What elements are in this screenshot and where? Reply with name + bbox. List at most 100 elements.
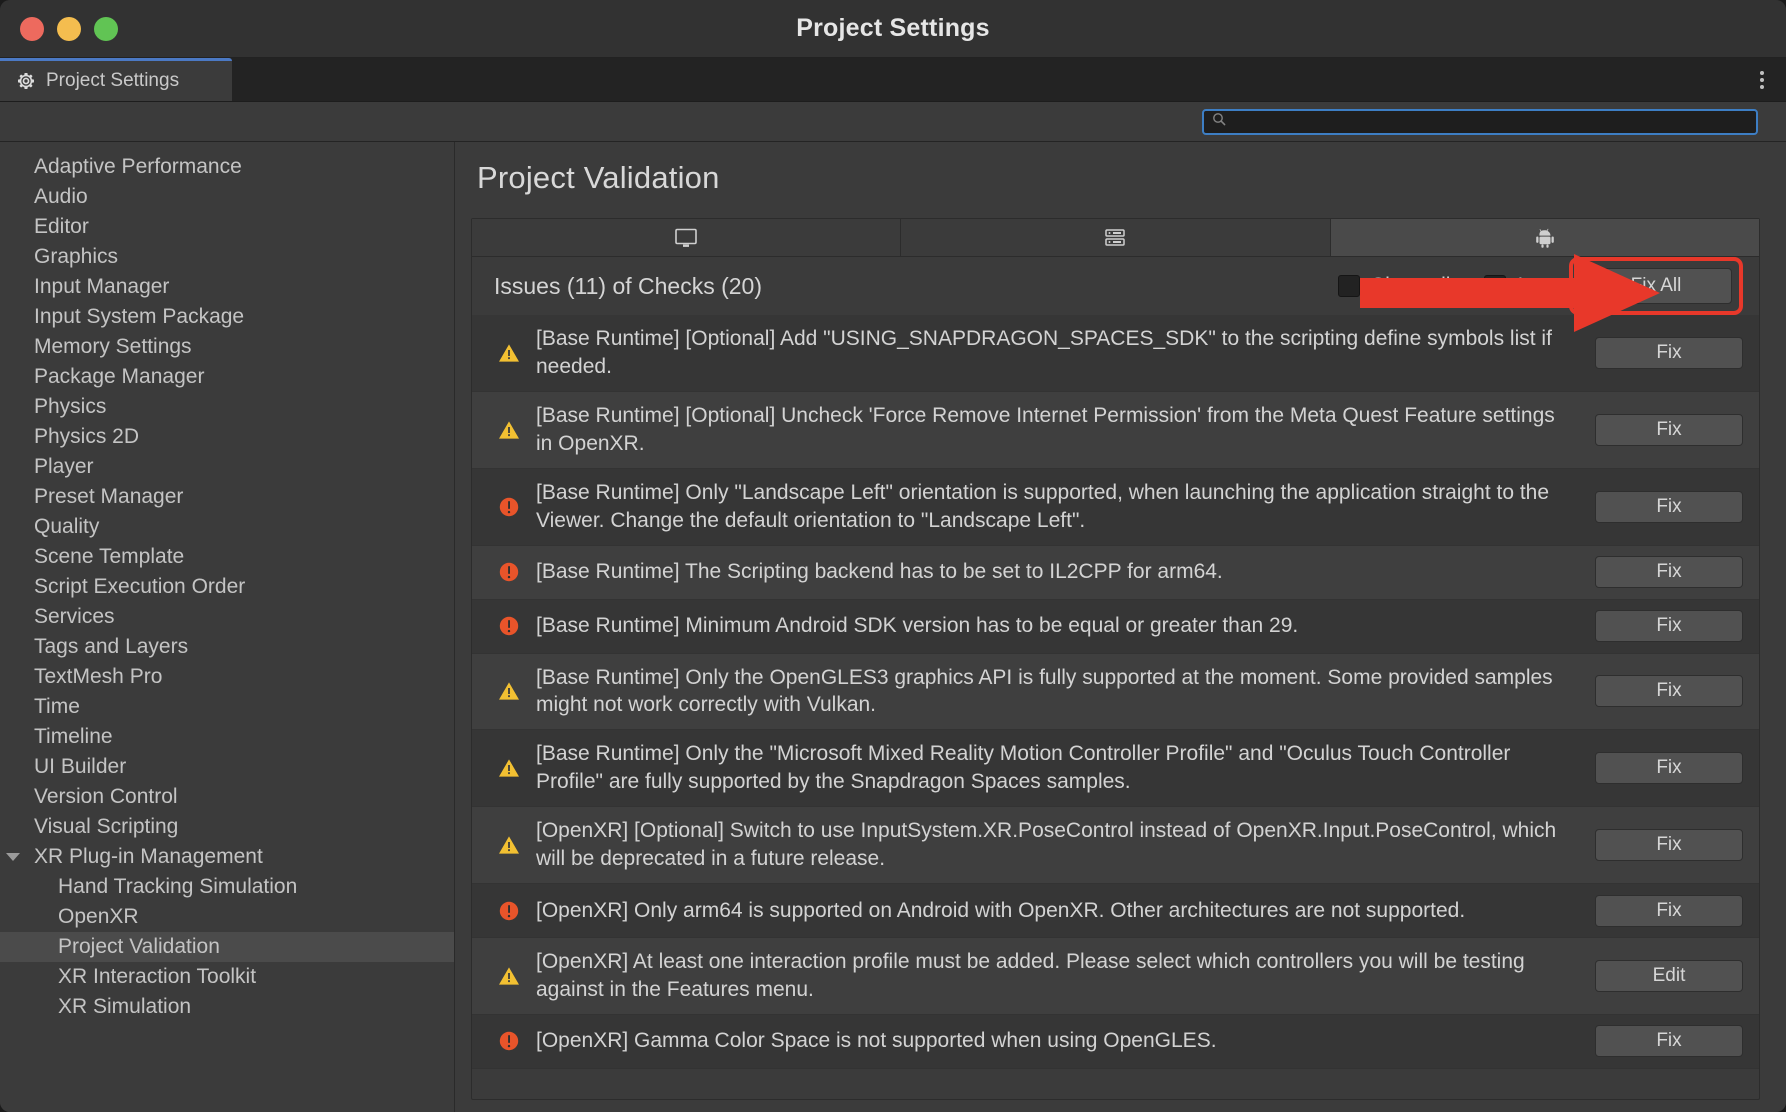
sidebar-item-label: Preset Manager [34, 485, 184, 508]
error-icon [496, 615, 522, 637]
sidebar-item-label: OpenXR [58, 905, 139, 928]
search-box[interactable] [1202, 108, 1758, 135]
android-robot-icon [1536, 228, 1554, 248]
ignore-checkbox[interactable] [1484, 275, 1507, 297]
sidebar-item-adaptive-performance[interactable]: Adaptive Performance [0, 152, 454, 182]
platform-tab-server[interactable] [901, 219, 1331, 256]
issue-message: [Base Runtime] [Optional] Add "USING_SNA… [536, 327, 1552, 378]
fix-issue-button[interactable]: Fix [1595, 675, 1743, 708]
settings-sidebar[interactable]: Adaptive Performance Audio Editor Graphics I… [0, 142, 455, 1112]
sidebar-item-hand-tracking-simulation[interactable]: Hand Tracking Simulation [0, 872, 454, 902]
sidebar-item-timeline[interactable]: Timeline [0, 722, 454, 752]
issue-action-cell: Fix [1595, 675, 1743, 708]
sidebar-item-xr-simulation[interactable]: XR Simulation [0, 992, 454, 1022]
foldout-triangle-icon[interactable] [6, 853, 20, 861]
window-titlebar: Project Settings [0, 0, 1786, 58]
fix-issue-button[interactable]: Fix [1595, 610, 1743, 643]
fix-issue-button[interactable]: Fix [1595, 894, 1743, 927]
sidebar-item-label: Physics [34, 395, 107, 418]
sidebar-item-preset-manager[interactable]: Preset Manager [0, 482, 454, 512]
sidebar-item-player[interactable]: Player [0, 452, 454, 482]
fix-issue-button[interactable]: Fix [1595, 490, 1743, 523]
sidebar-item-services[interactable]: Services [0, 602, 454, 632]
editor-tab-strip: Project Settings [0, 58, 1786, 102]
sidebar-item-physics-2d[interactable]: Physics 2D [0, 422, 454, 452]
sidebar-item-xr-plug-in-management[interactable]: XR Plug-in Management [0, 842, 454, 872]
platform-tab-standalone[interactable] [472, 219, 902, 256]
fix-issue-button[interactable]: Fix [1595, 752, 1743, 785]
sidebar-item-quality[interactable]: Quality [0, 512, 454, 542]
sidebar-item-scene-template[interactable]: Scene Template [0, 542, 454, 572]
sidebar-item-textmesh-pro[interactable]: TextMesh Pro [0, 662, 454, 692]
sidebar-item-input-system-package[interactable]: Input System Package [0, 302, 454, 332]
sidebar-item-label: Graphics [34, 245, 119, 268]
sidebar-item-visual-scripting[interactable]: Visual Scripting [0, 812, 454, 842]
sidebar-item-label: Package Manager [34, 365, 205, 388]
sidebar-item-memory-settings[interactable]: Memory Settings [0, 332, 454, 362]
issue-row[interactable]: [Base Runtime] Minimum Android SDK versi… [472, 599, 1759, 654]
sidebar-item-physics[interactable]: Physics [0, 392, 454, 422]
sidebar-item-label: Tags and Layers [34, 635, 189, 658]
show-all-label: Show all [1371, 274, 1451, 297]
sidebar-item-label: Hand Tracking Simulation [58, 875, 298, 898]
issue-row[interactable]: [Base Runtime] Only the "Microsoft Mixed… [472, 730, 1759, 808]
issue-row[interactable]: [Base Runtime] [Optional] Add "USING_SNA… [472, 315, 1759, 392]
tab-project-settings[interactable]: Project Settings [0, 58, 232, 101]
sidebar-item-package-manager[interactable]: Package Manager [0, 362, 454, 392]
page-title: Project Validation [477, 160, 720, 195]
issue-row[interactable]: [OpenXR] Only arm64 is supported on Andr… [472, 884, 1759, 939]
show-all-checkbox[interactable] [1338, 275, 1361, 297]
sidebar-item-label: Scene Template [34, 545, 185, 568]
fix-issue-button[interactable]: Fix [1595, 829, 1743, 862]
issue-row[interactable]: [Base Runtime] The Scripting backend has… [472, 545, 1759, 600]
sidebar-item-label: Project Validation [58, 935, 220, 958]
fix-issue-button[interactable]: Fix [1595, 336, 1743, 369]
issue-row[interactable]: [OpenXR] At least one interaction profil… [472, 938, 1759, 1015]
issue-row[interactable]: [Base Runtime] [Optional] Uncheck 'Force… [472, 391, 1759, 469]
warning-icon [496, 835, 522, 855]
sidebar-item-version-control[interactable]: Version Control [0, 782, 454, 812]
sidebar-item-label: Editor [34, 215, 89, 238]
issue-row[interactable]: [Base Runtime] Only the OpenGLES3 graphi… [472, 653, 1759, 731]
fix-all-button[interactable]: Fix All [1580, 268, 1732, 304]
issue-action-cell: Fix [1595, 894, 1743, 927]
issue-message: [Base Runtime] The Scripting backend has… [536, 560, 1223, 584]
sidebar-item-openxr[interactable]: OpenXR [0, 902, 454, 932]
sidebar-item-script-execution-order[interactable]: Script Execution Order [0, 572, 454, 602]
issue-row[interactable]: [OpenXR] [Optional] Switch to use InputS… [472, 807, 1759, 885]
sidebar-item-tags-and-layers[interactable]: Tags and Layers [0, 632, 454, 662]
kebab-menu-icon[interactable] [1760, 70, 1764, 89]
warning-icon [496, 681, 522, 701]
issue-action-cell: Fix [1595, 490, 1743, 523]
issues-count-label: Issues (11) of Checks (20) [494, 272, 763, 299]
issues-header-row: Issues (11) of Checks (20) Show all Ig F… [472, 257, 1759, 315]
sidebar-item-time[interactable]: Time [0, 692, 454, 722]
issue-row[interactable]: [OpenXR] Gamma Color Space is not suppor… [472, 1014, 1759, 1069]
sidebar-item-label: Input System Package [34, 305, 245, 328]
fix-all-highlight-box: Fix All [1569, 257, 1743, 315]
sidebar-item-graphics[interactable]: Graphics [0, 242, 454, 272]
fix-issue-button[interactable]: Fix [1595, 556, 1743, 589]
project-settings-window: Project Settings Project Settings Adapti… [0, 0, 1786, 1112]
error-icon [496, 900, 522, 922]
warning-icon [496, 966, 522, 986]
sidebar-item-input-manager[interactable]: Input Manager [0, 272, 454, 302]
show-all-checkbox-group[interactable]: Show all [1338, 274, 1450, 298]
fix-issue-button[interactable]: Fix [1595, 1025, 1743, 1058]
issue-message: [Base Runtime] Only the "Microsoft Mixed… [536, 742, 1511, 794]
platform-tab-bar[interactable] [472, 219, 1759, 257]
fix-issue-button[interactable]: Fix [1595, 413, 1743, 446]
issue-action-cell: Fix [1595, 413, 1743, 446]
sidebar-item-xr-interaction-toolkit[interactable]: XR Interaction Toolkit [0, 962, 454, 992]
edit-issue-button[interactable]: Edit [1595, 959, 1743, 992]
search-input[interactable] [1232, 113, 1748, 130]
sidebar-item-project-validation[interactable]: Project Validation [0, 932, 454, 962]
issue-row[interactable]: [Base Runtime] Only "Landscape Left" ori… [472, 468, 1759, 546]
issues-list: [Base Runtime] [Optional] Add "USING_SNA… [472, 315, 1759, 1099]
sidebar-item-ui-builder[interactable]: UI Builder [0, 752, 454, 782]
sidebar-item-editor[interactable]: Editor [0, 212, 454, 242]
sidebar-item-label: Services [34, 605, 115, 628]
platform-tab-android[interactable] [1330, 219, 1759, 256]
sidebar-item-audio[interactable]: Audio [0, 182, 454, 212]
ignore-checkbox-group[interactable]: Ig [1484, 274, 1535, 298]
